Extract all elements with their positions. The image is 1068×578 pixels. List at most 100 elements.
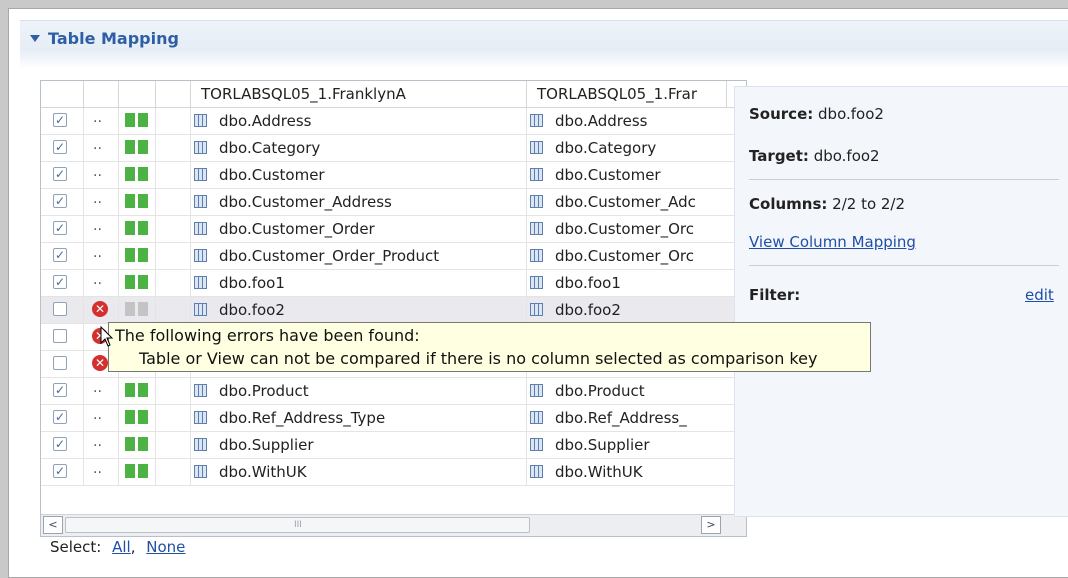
- cell-blank: [156, 378, 191, 404]
- horizontal-scrollbar[interactable]: < III >: [41, 514, 746, 536]
- source-table-name: dbo.Customer: [219, 166, 325, 184]
- table-row[interactable]: ✓.. dbo.foo1 dbo.foo1: [41, 270, 746, 297]
- green-bars-icon: [125, 410, 149, 424]
- table-row[interactable]: ✓.. dbo.Product dbo.Product: [41, 378, 746, 405]
- row-checkbox[interactable]: ✓: [53, 464, 67, 478]
- source-table-name: dbo.Supplier: [219, 436, 314, 454]
- filter-line: Filter:: [749, 286, 800, 304]
- more-dots: ..: [93, 245, 102, 261]
- triangle-down-icon[interactable]: [30, 35, 40, 42]
- table-icon: [194, 438, 207, 451]
- select-all-link[interactable]: All: [112, 538, 131, 556]
- filter-label: Filter:: [749, 286, 801, 304]
- table-row[interactable]: ✓.. dbo.Customer_Address dbo.Customer_Adc: [41, 189, 746, 216]
- green-bars-icon: [125, 194, 149, 208]
- row-checkbox[interactable]: ✓: [53, 437, 67, 451]
- row-checkbox[interactable]: ✓: [53, 221, 67, 235]
- row-checkbox[interactable]: ✓: [53, 275, 67, 289]
- cell-bars: [119, 405, 156, 431]
- row-checkbox[interactable]: [53, 302, 67, 316]
- cell-bars: [119, 189, 156, 215]
- cell-status: ..: [84, 459, 119, 485]
- table-icon: [194, 276, 207, 289]
- cell-bars: [119, 378, 156, 404]
- table-row[interactable]: ✕ dbo.foo2 dbo.foo2: [41, 297, 746, 324]
- source-table-name: dbo.Customer_Order_Product: [219, 247, 440, 265]
- target-table-name: dbo.Ref_Address_: [555, 409, 687, 427]
- cell-blank: [156, 189, 191, 215]
- cell-target: dbo.Customer_Adc: [527, 189, 727, 215]
- bar-right: [138, 410, 148, 424]
- row-checkbox[interactable]: ✓: [53, 113, 67, 127]
- scroll-right-button[interactable]: >: [701, 516, 721, 534]
- table-icon: [530, 114, 543, 127]
- cell-status: ..: [84, 243, 119, 269]
- bar-left: [125, 113, 135, 127]
- green-bars-icon: [125, 167, 149, 181]
- filter-edit-link[interactable]: edit: [1025, 286, 1054, 304]
- target-table-name: dbo.Category: [555, 139, 657, 157]
- bar-right: [138, 275, 148, 289]
- cell-target: dbo.WithUK: [527, 459, 727, 485]
- row-checkbox[interactable]: ✓: [53, 167, 67, 181]
- row-checkbox[interactable]: ✓: [53, 248, 67, 262]
- table-row[interactable]: ✓.. dbo.Category dbo.Category: [41, 135, 746, 162]
- header-target-db[interactable]: TORLABSQL05_1.Frar: [527, 81, 727, 107]
- target-value: dbo.foo2: [813, 147, 880, 165]
- scroll-left-button[interactable]: <: [43, 516, 63, 534]
- bar-left: [125, 437, 135, 451]
- bar-right: [138, 248, 148, 262]
- bar-right: [138, 437, 148, 451]
- header-source-db[interactable]: TORLABSQL05_1.FranklynA: [191, 81, 527, 107]
- table-row[interactable]: ✓.. dbo.Customer dbo.Customer: [41, 162, 746, 189]
- view-column-mapping-link[interactable]: View Column Mapping: [749, 233, 916, 251]
- cell-bars: [119, 216, 156, 242]
- bar-left: [125, 410, 135, 424]
- cell-source: dbo.Customer_Order_Product: [191, 243, 527, 269]
- section-header[interactable]: Table Mapping: [20, 20, 1068, 69]
- table-row[interactable]: ✓.. dbo.Supplier dbo.Supplier: [41, 432, 746, 459]
- source-table-name: dbo.Customer_Order: [219, 220, 375, 238]
- cell-target: dbo.foo2: [527, 297, 727, 323]
- row-checkbox[interactable]: [53, 329, 67, 343]
- error-x-icon[interactable]: ✕: [92, 355, 108, 371]
- target-table-name: dbo.foo2: [555, 301, 621, 319]
- cell-blank: [156, 243, 191, 269]
- header-blank[interactable]: [156, 81, 191, 107]
- cell-check: ✓: [41, 405, 84, 431]
- table-icon: [530, 249, 543, 262]
- table-rows: ✓.. dbo.Address dbo.Address ✓.. dbo.Category…: [41, 108, 746, 486]
- columns-label: Columns:: [749, 195, 828, 213]
- bar-right: [138, 113, 148, 127]
- header-check[interactable]: [41, 81, 84, 107]
- row-checkbox[interactable]: [53, 356, 67, 370]
- more-dots: ..: [93, 407, 102, 423]
- table-row[interactable]: ✓.. dbo.WithUK dbo.WithUK: [41, 459, 746, 486]
- cell-source: dbo.WithUK: [191, 459, 527, 485]
- header-dots[interactable]: [84, 81, 119, 107]
- bar-right: [138, 221, 148, 235]
- table-row[interactable]: ✓.. dbo.Customer_Order_Product dbo.Custome…: [41, 243, 746, 270]
- cell-blank: [156, 270, 191, 296]
- error-x-icon[interactable]: ✕: [92, 301, 108, 317]
- source-label: Source:: [749, 105, 814, 123]
- cell-check: ✓: [41, 108, 84, 134]
- header-status[interactable]: [119, 81, 156, 107]
- scroll-thumb[interactable]: III: [65, 517, 530, 533]
- cell-target: dbo.foo1: [527, 270, 727, 296]
- table-row[interactable]: ✓.. dbo.Address dbo.Address: [41, 108, 746, 135]
- row-checkbox[interactable]: ✓: [53, 410, 67, 424]
- error-tooltip: The following errors have been found: Ta…: [108, 322, 871, 372]
- row-checkbox[interactable]: ✓: [53, 383, 67, 397]
- bar-right: [138, 140, 148, 154]
- row-checkbox[interactable]: ✓: [53, 194, 67, 208]
- cell-status: ..: [84, 108, 119, 134]
- cell-status: ..: [84, 378, 119, 404]
- table-row[interactable]: ✓.. dbo.Customer_Order dbo.Customer_Orc: [41, 216, 746, 243]
- table-row[interactable]: ✓.. dbo.Ref_Address_Type dbo.Ref_Address_: [41, 405, 746, 432]
- table-icon: [194, 168, 207, 181]
- divider: [749, 265, 1059, 266]
- cell-check: ✓: [41, 270, 84, 296]
- select-none-link[interactable]: None: [146, 538, 185, 556]
- row-checkbox[interactable]: ✓: [53, 140, 67, 154]
